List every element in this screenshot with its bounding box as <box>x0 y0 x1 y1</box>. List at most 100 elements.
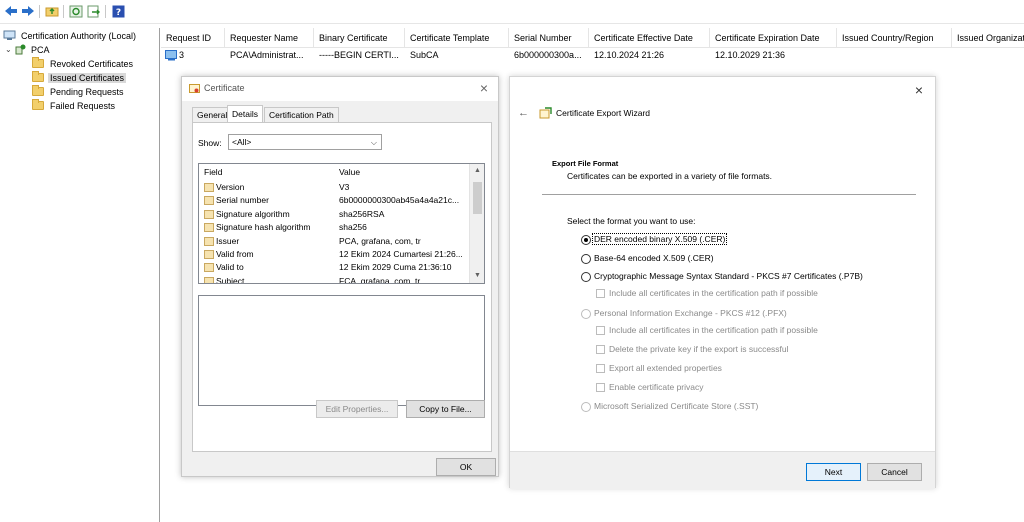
cell-effective-date: 12.10.2024 21:26 <box>594 50 665 60</box>
field-name: Signature hash algorithm <box>216 222 311 233</box>
close-icon[interactable]: × <box>476 80 492 96</box>
toolbar-separator <box>39 5 40 18</box>
field-name: Issuer <box>216 235 240 246</box>
dialog-title: Certificate <box>204 83 245 93</box>
scroll-down-icon[interactable]: ▼ <box>470 269 484 283</box>
export-list-icon[interactable] <box>86 4 102 18</box>
list-item[interactable]: Signature algorithm sha256RSA <box>199 208 469 221</box>
field-column-header[interactable]: Field <box>204 164 222 180</box>
fields-list-header: Field Value <box>199 164 469 180</box>
enable-certificate-privacy-label: Enable certificate privacy <box>609 382 704 392</box>
tree-item-revoked[interactable]: Revoked Certificates <box>32 57 135 70</box>
folder-icon <box>32 99 44 110</box>
radio-p7b-label[interactable]: Cryptographic Message Syntax Standard - … <box>594 271 863 281</box>
p7b-include-path-checkbox[interactable] <box>596 289 605 298</box>
delete-private-key-checkbox[interactable] <box>596 345 605 354</box>
certificate-export-wizard: × ← Certificate Export Wizard Export Fil… <box>509 76 936 489</box>
folder-icon <box>32 57 44 68</box>
column-header-expiration-date[interactable]: Certificate Expiration Date <box>710 28 837 48</box>
scroll-up-icon[interactable]: ▲ <box>470 164 484 178</box>
tree-item-failed[interactable]: Failed Requests <box>32 99 117 112</box>
value-column-header[interactable]: Value <box>339 164 360 180</box>
forward-arrow-icon[interactable] <box>20 4 36 18</box>
field-value: sha256 <box>339 222 367 233</box>
up-folder-icon[interactable] <box>44 4 60 18</box>
svg-text:?: ? <box>115 8 120 18</box>
radio-sst[interactable] <box>581 402 591 412</box>
column-header-request-id[interactable]: Request ID <box>161 28 225 48</box>
column-header-serial-number[interactable]: Serial Number <box>509 28 589 48</box>
ok-button[interactable]: OK <box>436 458 496 476</box>
tree-ca[interactable]: ⌄ PCA <box>5 43 52 56</box>
field-name: Signature algorithm <box>216 208 290 219</box>
pane-splitter[interactable] <box>159 28 160 522</box>
show-dropdown[interactable]: <All> ⌵ <box>228 134 382 150</box>
back-arrow-icon[interactable] <box>3 4 19 18</box>
column-header-effective-date[interactable]: Certificate Effective Date <box>589 28 710 48</box>
column-header-certificate-template[interactable]: Certificate Template <box>405 28 509 48</box>
radio-base64-label[interactable]: Base-64 encoded X.509 (.CER) <box>594 253 714 263</box>
export-extended-properties-checkbox[interactable] <box>596 364 605 373</box>
toolbar-separator <box>105 5 106 18</box>
list-item[interactable]: Issuer PCA, grafana, com, tr <box>199 235 469 248</box>
format-prompt: Select the format you want to use: <box>567 216 696 226</box>
certificate-dialog: Certificate × General Details Certificat… <box>181 76 499 477</box>
tree-root[interactable]: Certification Authority (Local) <box>3 29 138 42</box>
field-icon <box>204 236 214 246</box>
field-name: Subject <box>216 275 245 284</box>
folder-icon <box>32 85 44 96</box>
chevron-down-icon[interactable]: ⌄ <box>5 45 15 54</box>
pfx-include-path-checkbox[interactable] <box>596 326 605 335</box>
tab-details[interactable]: Details <box>227 105 263 123</box>
list-item[interactable]: Serial number 6b0000000300ab45a4a4a21c... <box>199 194 469 207</box>
radio-pfx-label: Personal Information Exchange - PKCS #12… <box>594 308 787 318</box>
tree-item-pending[interactable]: Pending Requests <box>32 85 126 98</box>
cell-binary-certificate: -----BEGIN CERTI... <box>319 50 399 60</box>
list-item[interactable]: Version V3 <box>199 181 469 194</box>
field-detail-box[interactable] <box>198 295 485 406</box>
copy-to-file-button[interactable]: Copy to File... <box>406 400 485 418</box>
toolbar-separator <box>63 5 64 18</box>
edit-properties-button[interactable]: Edit Properties... <box>316 400 398 418</box>
list-item[interactable]: Subject FCA, grafana, com, tr <box>199 275 469 284</box>
radio-der-label[interactable]: DER encoded binary X.509 (.CER) <box>591 233 728 245</box>
tree-item-issued[interactable]: Issued Certificates <box>32 71 127 84</box>
dialog-title-bar[interactable]: Certificate × <box>182 77 498 101</box>
back-arrow-icon[interactable]: ← <box>518 107 529 119</box>
tab-certification-path[interactable]: Certification Path <box>264 107 339 122</box>
field-icon <box>204 276 214 283</box>
field-value: 6b0000000300ab45a4a4a21c... <box>339 195 460 206</box>
field-value: V3 <box>339 182 350 192</box>
chevron-down-icon: ⌵ <box>370 138 377 147</box>
refresh-icon[interactable] <box>68 4 84 18</box>
list-item[interactable]: Valid to 12 Ekim 2029 Cuma 21:36:10 <box>199 261 469 274</box>
column-header-issued-organization[interactable]: Issued Organizat <box>952 28 1024 48</box>
column-header-binary-certificate[interactable]: Binary Certificate <box>314 28 405 48</box>
fields-list[interactable]: Field Value Version V3 Serial number 6b000… <box>198 163 485 284</box>
field-name: Version <box>216 182 245 192</box>
field-icon <box>204 250 214 259</box>
show-dropdown-value: <All> <box>232 137 252 147</box>
list-item[interactable]: Signature hash algorithm sha256 <box>199 221 469 234</box>
fields-scrollbar[interactable]: ▲ ▼ <box>469 164 484 283</box>
next-button[interactable]: Next <box>806 463 861 481</box>
table-row[interactable]: 3 PCA\Administrat... -----BEGIN CERTI...… <box>161 49 1024 62</box>
tree-root-label: Certification Authority (Local) <box>21 30 137 41</box>
radio-der[interactable] <box>581 235 591 245</box>
close-icon[interactable]: × <box>915 82 923 98</box>
tree-item-label: Revoked Certificates <box>50 58 134 69</box>
p7b-include-path-label: Include all certificates in the certific… <box>609 288 818 298</box>
cell-expiration-date: 12.10.2029 21:36 <box>715 50 786 60</box>
radio-pfx[interactable] <box>581 309 591 319</box>
radio-p7b[interactable] <box>581 272 591 282</box>
list-item[interactable]: Valid from 12 Ekim 2024 Cumartesi 21:26..… <box>199 248 469 261</box>
field-value: 12 Ekim 2029 Cuma 21:36:10 <box>339 262 452 273</box>
field-icon <box>204 263 214 273</box>
column-header-issued-country[interactable]: Issued Country/Region <box>837 28 952 48</box>
help-icon[interactable]: ? <box>110 4 126 18</box>
scroll-thumb[interactable] <box>473 182 482 214</box>
column-header-requester-name[interactable]: Requester Name <box>225 28 314 48</box>
enable-certificate-privacy-checkbox[interactable] <box>596 383 605 392</box>
radio-base64[interactable] <box>581 254 591 264</box>
cancel-button[interactable]: Cancel <box>867 463 922 481</box>
